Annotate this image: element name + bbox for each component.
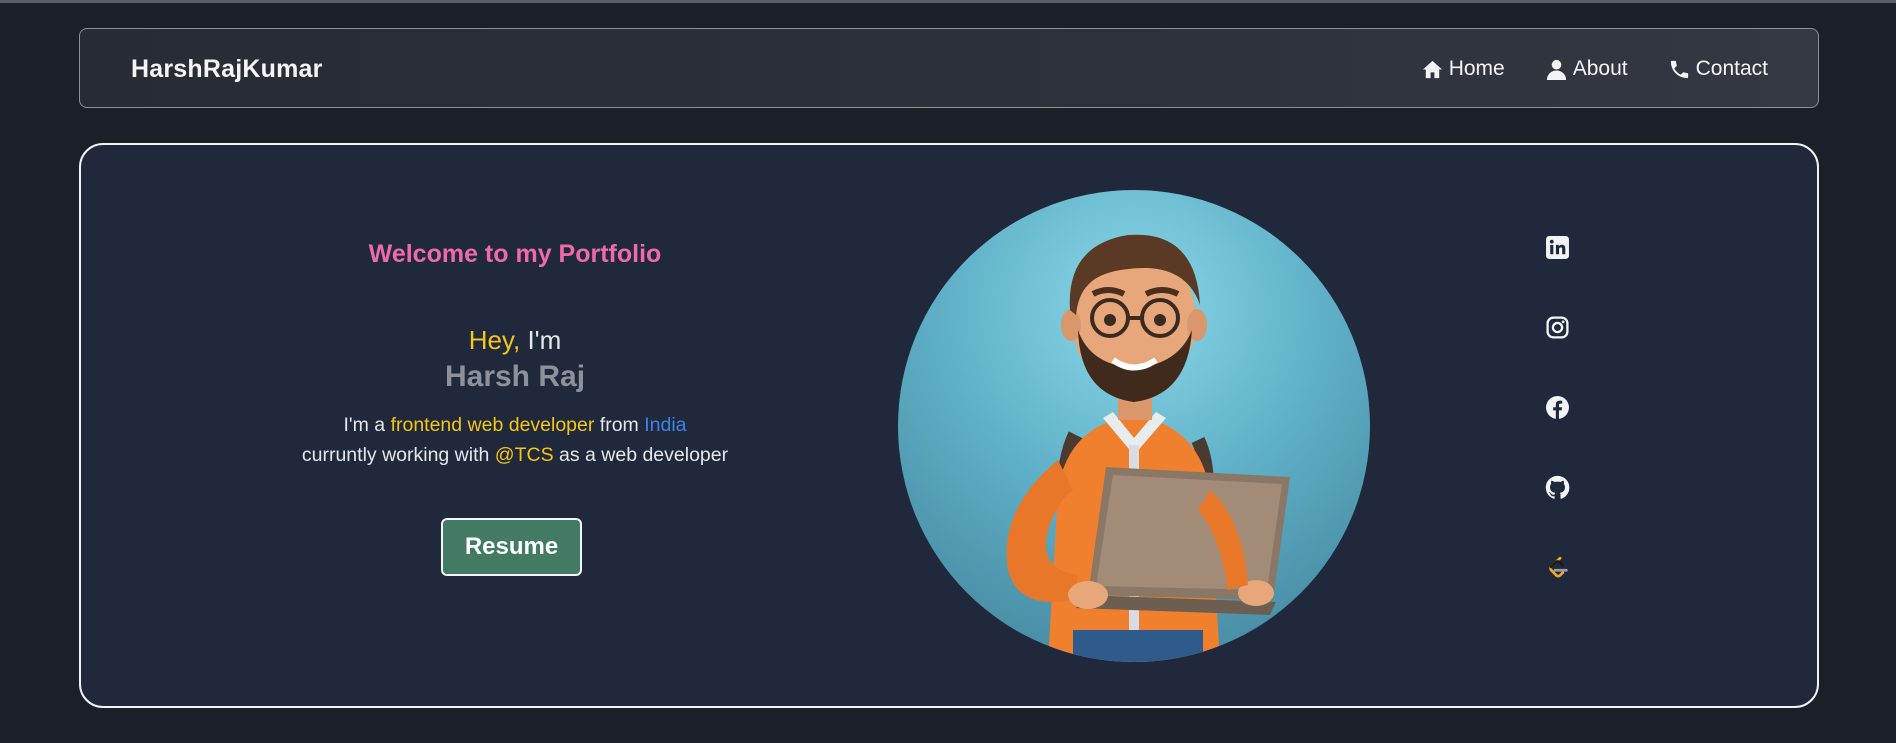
resume-button[interactable]: Resume [441, 518, 582, 576]
user-icon [1546, 59, 1566, 80]
avatar-illustration [898, 190, 1370, 662]
nav-about-label: About [1572, 57, 1628, 80]
nav-home-label: Home [1448, 57, 1505, 80]
home-icon [1422, 60, 1442, 78]
bio-work-prefix: curruntly working with [301, 444, 495, 466]
welcome-heading: Welcome to my Portfolio [368, 240, 662, 268]
linkedin-link[interactable] [1537, 227, 1577, 267]
bio-line-1: I'm a frontend web developer from India [81, 410, 949, 440]
nav-contact-label: Contact [1695, 57, 1768, 80]
developer-character-illustration [1006, 234, 1290, 662]
facebook-link[interactable] [1537, 387, 1577, 427]
bio-country: India [644, 414, 687, 436]
bio-prefix: I'm a [343, 414, 391, 436]
bio-from: from [594, 414, 645, 436]
bio-role: frontend web developer [390, 414, 595, 436]
greeting: Hey, I'm [81, 325, 949, 356]
bio-line-2: curruntly working with @TCS as a web dev… [81, 440, 949, 470]
nav-menu: Home About Contact [1421, 29, 1768, 109]
instagram-link[interactable] [1537, 307, 1577, 347]
window-top-border [0, 0, 1896, 3]
nav-contact-link[interactable]: Contact [1668, 57, 1768, 81]
leetcode-icon [1548, 556, 1568, 577]
nav-about-link[interactable]: About [1545, 57, 1628, 81]
bio-work-suffix: as a web developer [553, 444, 729, 466]
github-link[interactable] [1537, 467, 1577, 507]
greeting-im: I'm [520, 325, 562, 355]
nav-home-link[interactable]: Home [1421, 57, 1505, 81]
bio-text: I'm a frontend web developer from India … [81, 410, 949, 470]
brand-logo[interactable]: HarshRajKumar [131, 29, 323, 109]
leetcode-link[interactable] [1537, 547, 1577, 587]
hero-name: Harsh Raj [444, 360, 586, 393]
github-icon [1545, 475, 1569, 499]
greeting-hey: Hey, [468, 325, 521, 355]
phone-icon [1670, 60, 1688, 78]
navbar: HarshRajKumar Home About Contact [79, 28, 1819, 108]
bio-company: @TCS [494, 444, 554, 466]
linkedin-icon [1545, 235, 1569, 259]
facebook-icon [1545, 395, 1569, 419]
instagram-icon [1545, 315, 1569, 339]
hero-card: Welcome to my Portfolio Hey, I'm Harsh R… [79, 143, 1819, 708]
